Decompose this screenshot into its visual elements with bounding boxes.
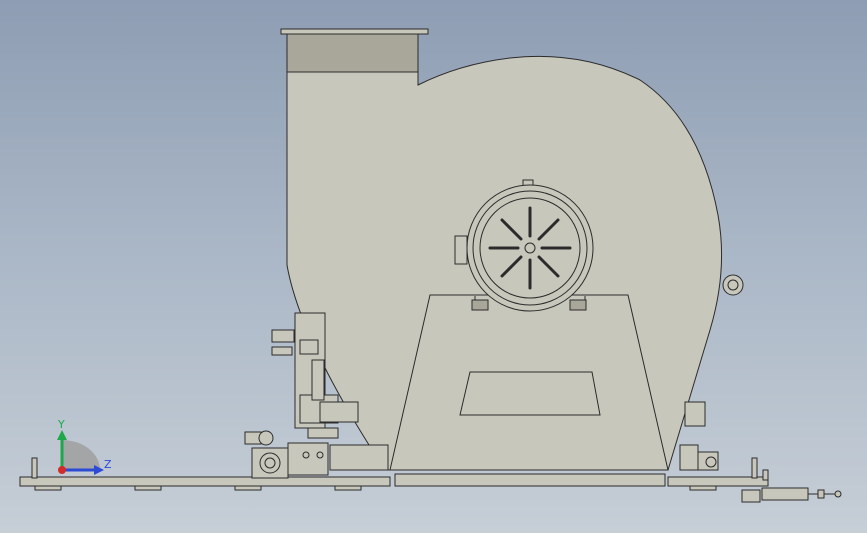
z-axis-label: Z: [104, 458, 112, 471]
inlet-flange[interactable]: [280, 28, 429, 35]
axis-triad: Y Z: [57, 418, 112, 475]
x-axis-icon: [58, 466, 66, 474]
y-axis-label: Y: [57, 418, 65, 431]
pedestal-cutout[interactable]: [459, 371, 601, 416]
cad-viewport[interactable]: Y Z: [0, 0, 867, 533]
model-scene[interactable]: Y Z: [0, 0, 867, 533]
inlet-duct[interactable]: [286, 33, 419, 73]
linear-actuator[interactable]: [741, 487, 842, 503]
